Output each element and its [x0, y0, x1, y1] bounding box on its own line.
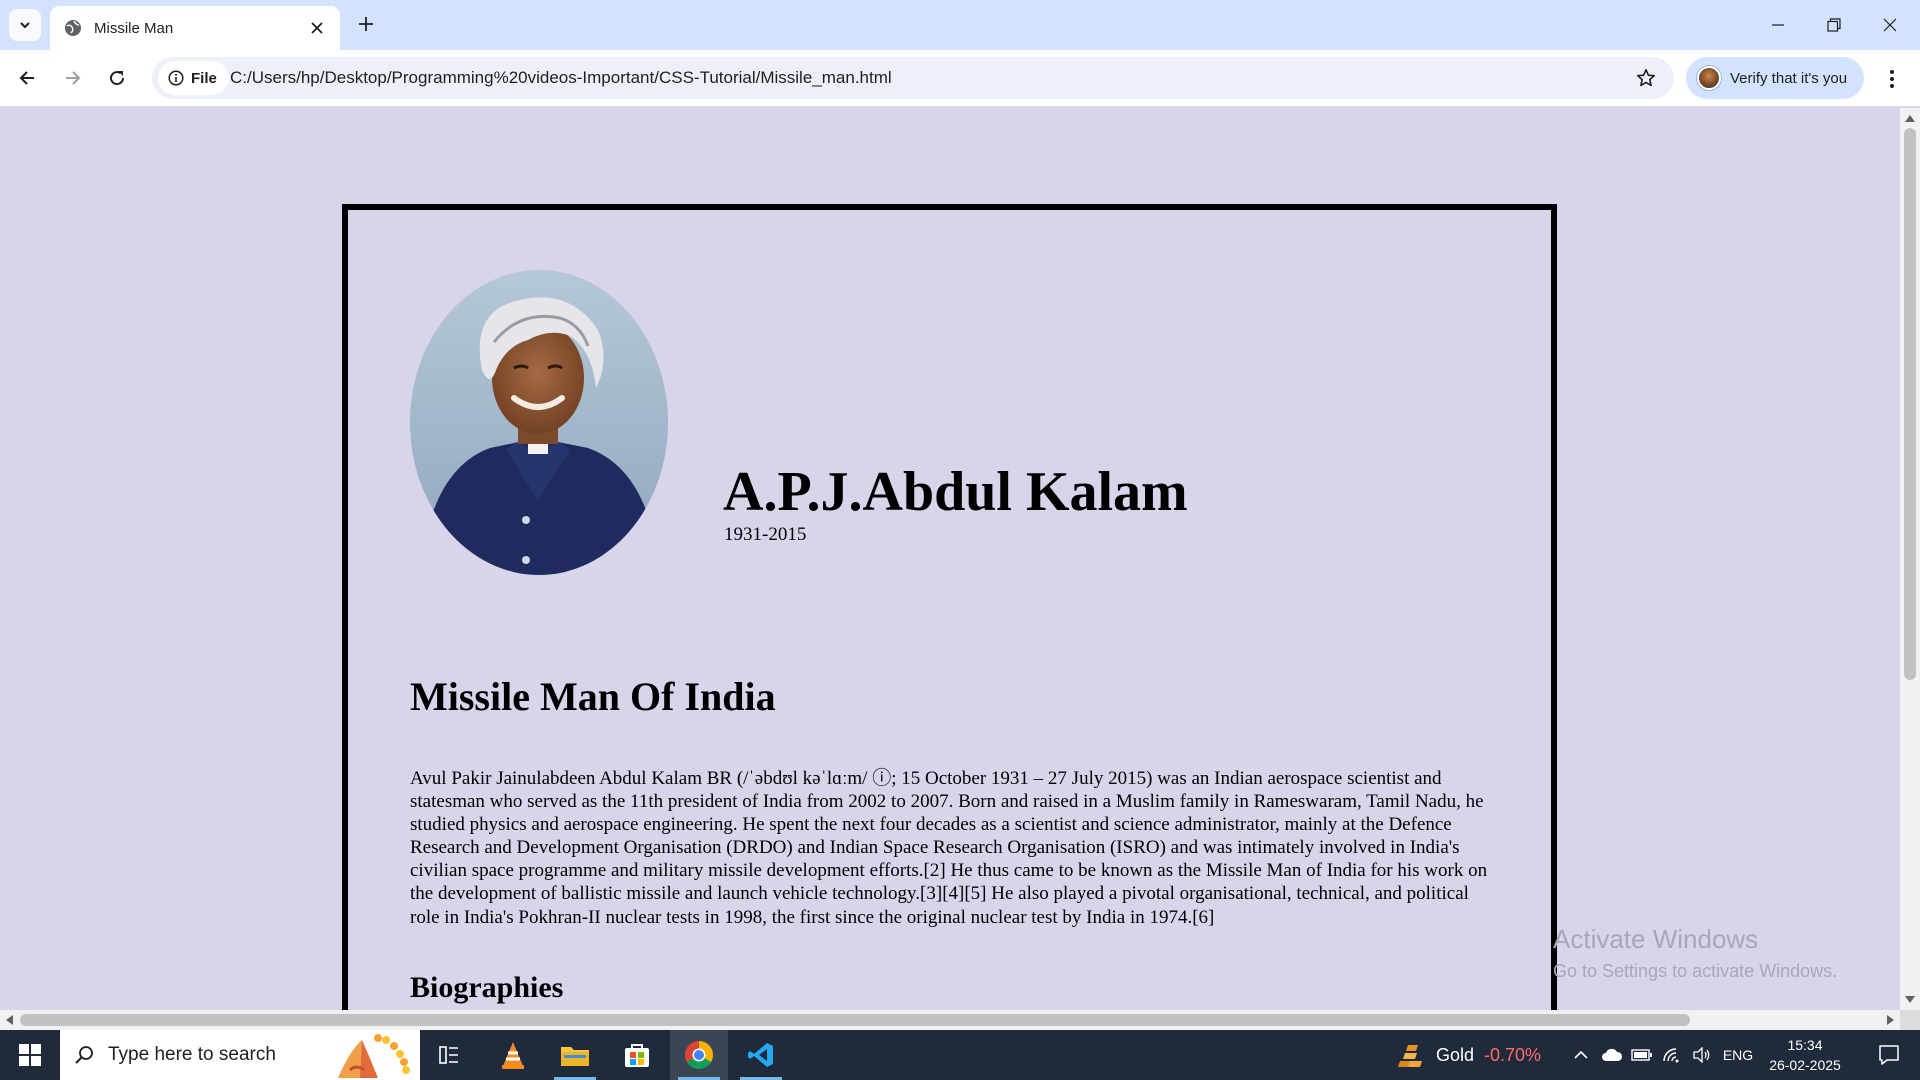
chrome-icon [685, 1041, 713, 1069]
gold-bars-icon [1398, 1045, 1422, 1067]
scroll-left-icon[interactable] [6, 1015, 13, 1025]
input-language-button[interactable]: ENG [1718, 1030, 1758, 1080]
minimize-button[interactable] [1750, 0, 1806, 50]
tab-strip: Missile Man [0, 0, 1920, 50]
restore-icon [1827, 18, 1841, 32]
search-icon [75, 1046, 93, 1064]
globe-icon [64, 19, 82, 37]
widget-label: Gold [1436, 1044, 1475, 1065]
watermark-subtitle: Go to Settings to activate Windows. [1553, 961, 1838, 981]
forward-button[interactable] [56, 61, 90, 95]
profile-card: A.P.J.Abdul Kalam 1931-2015 Missile Man … [342, 204, 1557, 1010]
store-icon [625, 1044, 649, 1067]
battery-button[interactable] [1628, 1030, 1656, 1080]
scroll-down-icon[interactable] [1905, 996, 1915, 1003]
scheme-label: File [191, 69, 217, 87]
tab-close-icon[interactable] [306, 17, 328, 39]
scroll-right-icon[interactable] [1887, 1015, 1894, 1025]
taskbar-search-box[interactable]: Type here to search [60, 1030, 420, 1080]
watermark-title: Activate Windows [1553, 924, 1759, 954]
gold-price-widget[interactable]: Gold -0.70% [1396, 1030, 1541, 1080]
tab-search-button[interactable] [9, 9, 41, 41]
network-button[interactable] [1658, 1030, 1686, 1080]
chevron-up-icon [1574, 1050, 1588, 1059]
more-vert-icon [1890, 70, 1894, 88]
info-icon [168, 70, 184, 86]
scroll-up-icon[interactable] [1905, 115, 1915, 122]
vscode-button[interactable] [732, 1030, 790, 1080]
clock-date: 26-02-2025 [1769, 1057, 1841, 1073]
tab-title: Missile Man [94, 19, 174, 37]
scrollbar-corner [1900, 1010, 1920, 1030]
cloud-icon [1602, 1048, 1623, 1061]
speaker-icon [1693, 1047, 1710, 1063]
show-hidden-icons-button[interactable] [1568, 1030, 1594, 1080]
arrow-left-icon [19, 71, 34, 85]
onedrive-button[interactable] [1598, 1030, 1626, 1080]
plus-icon [359, 17, 373, 31]
profile-verify-button[interactable]: Verify that it's you [1686, 57, 1864, 99]
star-icon [1637, 69, 1655, 87]
section-heading: Missile Man Of India [410, 674, 776, 719]
reload-icon [110, 71, 125, 86]
notification-center-button[interactable] [1864, 1030, 1914, 1080]
battery-icon [1631, 1049, 1652, 1061]
file-explorer-button[interactable] [546, 1030, 604, 1080]
page-viewport: A.P.J.Abdul Kalam 1931-2015 Missile Man … [0, 108, 1900, 1010]
tab-missile-man[interactable]: Missile Man [50, 6, 340, 50]
windows-logo-icon [19, 1044, 41, 1066]
search-placeholder: Type here to search [108, 1044, 276, 1065]
task-view-button[interactable] [420, 1030, 478, 1080]
biographies-heading: Biographies [410, 971, 564, 1004]
search-highlight-art [338, 1034, 410, 1078]
folder-icon [561, 1047, 589, 1066]
activate-windows-watermark: Activate Windows Go to Settings to activ… [1553, 924, 1837, 982]
reload-button[interactable] [100, 61, 134, 95]
vertical-scrollbar[interactable] [1900, 108, 1920, 1010]
life-years: 1931-2015 [724, 524, 807, 545]
start-button[interactable] [0, 1030, 60, 1080]
arrow-right-icon [66, 71, 81, 85]
bookmark-button[interactable] [1634, 66, 1658, 90]
wifi-icon [1663, 1048, 1679, 1063]
new-tab-button[interactable] [352, 10, 380, 38]
browser-menu-button[interactable] [1876, 63, 1908, 95]
windows-taskbar: Type here to search Gold -0.70% ENG 15:3… [0, 1030, 1920, 1080]
vlc-button[interactable] [484, 1030, 542, 1080]
avatar [1697, 66, 1721, 90]
vlc-icon [502, 1042, 524, 1069]
horizontal-scrollbar[interactable] [0, 1010, 1900, 1030]
widget-value: -0.70% [1484, 1044, 1542, 1065]
close-window-button[interactable] [1862, 0, 1918, 50]
site-info-chip[interactable]: File [158, 61, 229, 95]
verify-label: Verify that it's you [1730, 69, 1848, 87]
close-icon [1883, 18, 1897, 32]
volume-button[interactable] [1688, 1030, 1716, 1080]
chevron-down-icon [20, 22, 30, 29]
chrome-button[interactable] [670, 1030, 728, 1080]
url-text[interactable]: C:/Users/hp/Desktop/Programming%20videos… [230, 68, 892, 88]
horizontal-scroll-thumb[interactable] [20, 1014, 1690, 1026]
notification-icon [1879, 1045, 1899, 1065]
minimize-icon [1772, 24, 1784, 26]
person-name: A.P.J.Abdul Kalam [723, 461, 1188, 523]
portrait-image [410, 270, 668, 575]
biography-paragraph: Avul Pakir Jainulabdeen Abdul Kalam BR (… [410, 768, 1488, 928]
back-button[interactable] [10, 61, 44, 95]
clock-time: 15:34 [1787, 1037, 1823, 1053]
address-bar[interactable]: File C:/Users/hp/Desktop/Programming%20v… [152, 57, 1674, 99]
vscode-icon [748, 1043, 773, 1067]
vertical-scroll-thumb[interactable] [1904, 128, 1916, 680]
restore-button[interactable] [1806, 0, 1862, 50]
task-view-icon [439, 1046, 458, 1064]
microsoft-store-button[interactable] [608, 1030, 666, 1080]
taskbar-clock[interactable]: 15:34 26-02-2025 [1762, 1035, 1848, 1075]
browser-toolbar: File C:/Users/hp/Desktop/Programming%20v… [0, 50, 1920, 107]
